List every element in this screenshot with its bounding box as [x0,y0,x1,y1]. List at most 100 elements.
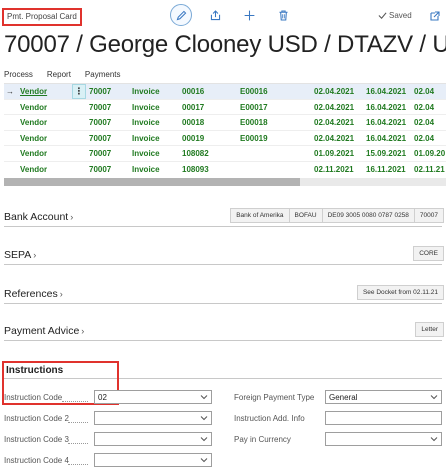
sepa-summary: CORE [413,246,444,261]
trash-icon[interactable] [272,4,294,26]
chevron-right-icon: › [81,326,85,336]
swift-chip: BOFAU [288,208,323,223]
action-payments[interactable]: Payments [85,70,121,79]
instruction-code-3-select[interactable] [94,432,212,446]
fasttab-title-references[interactable]: References › [4,288,63,300]
table-row[interactable]: → ⋮ Vendor 70007 Invoice 00016 E00016 02.04.202… [4,84,446,100]
cell-document-no: 108093 [182,164,209,174]
iban-chip: DE09 3005 0080 0787 0258 [321,208,415,223]
foreign-payment-type-select[interactable]: General [325,390,442,404]
cell-account-type[interactable]: Vendor [20,149,47,158]
cell-due-date: 16.04.2021 [366,87,407,96]
divider [4,340,442,341]
saved-status: Saved [378,11,412,20]
table-row[interactable]: Vendor 70007 Invoice 108082 01.09.2021 15.09.… [4,146,446,162]
cell-date-truncated: 02.11.21 [414,164,445,174]
table-row[interactable]: Vendor 70007 Invoice 00019 E00019 02.04.2021 1… [4,131,446,146]
cell-due-date: 16.04.2021 [366,133,407,143]
table-row[interactable]: Vendor 70007 Invoice 108093 02.11.2021 16.11.… [4,162,446,176]
cell-document-no: 00018 [182,118,205,127]
cell-document-type: Invoice [132,164,160,174]
label-pay-in-currency: Pay in Currency [234,435,291,444]
instruction-code-2-select[interactable] [94,411,212,425]
cell-document-type: Invoice [132,87,160,96]
cell-posting-date: 01.09.2021 [314,149,355,158]
chevron-down-icon [430,437,438,442]
chevron-right-icon: › [59,289,63,299]
cell-account-no: 70007 [89,118,112,127]
cell-due-date: 16.11.2021 [366,164,406,174]
references-summary: See Docket from 02.11.21 [356,285,444,300]
table-row[interactable]: Vendor 70007 Invoice 00018 E00018 02.04.2021 1… [4,115,446,131]
breadcrumb[interactable]: Pmt. Proposal Card [2,8,82,26]
sepa-scheme-chip: CORE [413,246,444,261]
share-icon[interactable] [204,4,226,26]
fasttab-title-payment-advice[interactable]: Payment Advice › [4,325,84,337]
pencil-icon[interactable] [170,4,192,26]
scrollbar-thumb[interactable] [4,178,301,186]
cell-date-truncated: 02.04 [414,87,435,96]
cell-document-type: Invoice [132,102,160,112]
cell-account-no: 70007 [89,149,112,158]
plus-icon[interactable] [238,4,260,26]
fasttab-title-sepa[interactable]: SEPA › [4,249,36,261]
cell-date-truncated: 02.04 [414,102,435,112]
cell-posting-date: 02.04.2021 [314,118,355,127]
vertical-ellipsis-icon[interactable]: ⋮ [72,84,86,99]
page-title: 70007 / George Clooney USD / DTAZV / US [4,31,446,58]
payment-advice-summary: Letter [415,322,444,337]
open-in-new-window-icon[interactable] [430,11,440,21]
action-bar: Process Report Payments [4,70,121,79]
chevron-down-icon [200,395,208,400]
chevron-down-icon [200,416,208,421]
cell-due-date: 16.04.2021 [366,118,407,127]
cell-document-no: 00019 [182,133,205,143]
chevron-right-icon: › [70,212,74,222]
instruction-add-info-field[interactable] [325,411,442,425]
advice-type-chip: Letter [415,322,444,337]
action-process[interactable]: Process [4,70,33,79]
label-leader [68,422,88,423]
pay-in-currency-select[interactable] [325,432,442,446]
cell-due-date: 15.09.2021 [366,149,407,158]
cell-account-no: 70007 [89,133,112,143]
cell-account-type[interactable]: Vendor [20,134,47,143]
label-instruction-code-1: Instruction Code [4,393,63,402]
action-report[interactable]: Report [47,70,71,79]
cell-document-type: Invoice [132,118,160,127]
fasttab-title-bank-account[interactable]: Bank Account › [4,211,73,223]
chevron-down-icon [430,395,438,400]
arrow-right-icon: → [6,87,14,96]
bank-account-summary: Bank of Amerika BOFAU DE09 3005 0080 078… [230,208,444,223]
cell-posting-date: 02.04.2021 [314,133,355,143]
label-instruction-code-2: Instruction Code 2 [4,414,69,423]
grid-horizontal-scrollbar[interactable] [4,178,446,186]
toolbar [170,4,294,26]
cell-account-type[interactable]: Vendor [20,103,47,112]
cell-document-type: Invoice [132,149,160,158]
lines-grid: → ⋮ Vendor 70007 Invoice 00016 E00016 02.04.202… [4,83,446,175]
cell-external-doc-no: E00017 [240,102,268,112]
vendor-no-chip: 70007 [413,208,444,223]
cell-account-type[interactable]: Vendor [20,87,47,96]
divider [4,303,442,304]
cell-external-doc-no: E00019 [240,133,268,143]
divider [4,264,442,265]
divider [4,226,442,227]
instruction-code-4-select[interactable] [94,453,212,467]
table-row[interactable]: Vendor 70007 Invoice 00017 E00017 02.04.2021 1… [4,100,446,115]
chevron-down-icon [200,437,208,442]
cell-external-doc-no: E00016 [240,87,268,96]
cell-account-type[interactable]: Vendor [20,165,47,174]
saved-label: Saved [389,11,412,20]
cell-date-truncated: 02.04 [414,118,435,127]
instruction-code-1-select[interactable]: 02 [94,390,212,404]
cell-account-no: 70007 [89,164,112,174]
label-foreign-payment-type: Foreign Payment Type [234,393,315,402]
cell-account-type[interactable]: Vendor [20,118,47,127]
cell-document-no: 108082 [182,149,209,158]
cell-date-truncated: 02.04 [414,133,435,143]
reference-chip: See Docket from 02.11.21 [356,285,444,300]
cell-date-truncated: 01.09.20 [414,149,446,158]
label-leader [68,464,88,465]
